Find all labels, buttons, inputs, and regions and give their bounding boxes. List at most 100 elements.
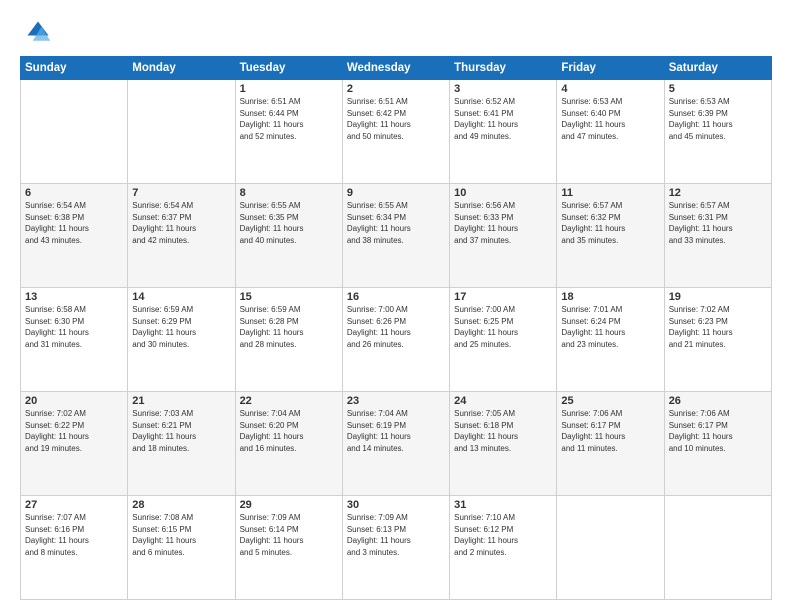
day-number: 21 [132, 395, 230, 407]
day-number: 28 [132, 499, 230, 511]
calendar-cell: 28Sunrise: 7:08 AM Sunset: 6:15 PM Dayli… [128, 496, 235, 600]
day-info: Sunrise: 7:06 AM Sunset: 6:17 PM Dayligh… [669, 408, 767, 454]
calendar-cell: 12Sunrise: 6:57 AM Sunset: 6:31 PM Dayli… [664, 184, 771, 288]
day-info: Sunrise: 6:51 AM Sunset: 6:42 PM Dayligh… [347, 96, 445, 142]
day-info: Sunrise: 6:51 AM Sunset: 6:44 PM Dayligh… [240, 96, 338, 142]
weekday-header: Tuesday [235, 57, 342, 80]
calendar-cell: 27Sunrise: 7:07 AM Sunset: 6:16 PM Dayli… [21, 496, 128, 600]
weekday-header: Thursday [450, 57, 557, 80]
calendar-cell: 13Sunrise: 6:58 AM Sunset: 6:30 PM Dayli… [21, 288, 128, 392]
weekday-header: Monday [128, 57, 235, 80]
calendar-cell: 1Sunrise: 6:51 AM Sunset: 6:44 PM Daylig… [235, 80, 342, 184]
calendar-cell: 5Sunrise: 6:53 AM Sunset: 6:39 PM Daylig… [664, 80, 771, 184]
calendar-cell: 8Sunrise: 6:55 AM Sunset: 6:35 PM Daylig… [235, 184, 342, 288]
calendar-cell: 16Sunrise: 7:00 AM Sunset: 6:26 PM Dayli… [342, 288, 449, 392]
day-info: Sunrise: 7:04 AM Sunset: 6:19 PM Dayligh… [347, 408, 445, 454]
day-info: Sunrise: 7:00 AM Sunset: 6:25 PM Dayligh… [454, 304, 552, 350]
day-number: 16 [347, 291, 445, 303]
calendar-cell: 29Sunrise: 7:09 AM Sunset: 6:14 PM Dayli… [235, 496, 342, 600]
day-info: Sunrise: 7:02 AM Sunset: 6:22 PM Dayligh… [25, 408, 123, 454]
day-number: 3 [454, 83, 552, 95]
day-number: 12 [669, 187, 767, 199]
day-info: Sunrise: 7:04 AM Sunset: 6:20 PM Dayligh… [240, 408, 338, 454]
calendar-week-row: 13Sunrise: 6:58 AM Sunset: 6:30 PM Dayli… [21, 288, 772, 392]
calendar-cell: 26Sunrise: 7:06 AM Sunset: 6:17 PM Dayli… [664, 392, 771, 496]
day-number: 27 [25, 499, 123, 511]
calendar-cell: 22Sunrise: 7:04 AM Sunset: 6:20 PM Dayli… [235, 392, 342, 496]
day-number: 6 [25, 187, 123, 199]
calendar-cell: 19Sunrise: 7:02 AM Sunset: 6:23 PM Dayli… [664, 288, 771, 392]
day-number: 8 [240, 187, 338, 199]
day-number: 7 [132, 187, 230, 199]
weekday-header: Saturday [664, 57, 771, 80]
day-number: 30 [347, 499, 445, 511]
day-info: Sunrise: 6:52 AM Sunset: 6:41 PM Dayligh… [454, 96, 552, 142]
day-info: Sunrise: 6:54 AM Sunset: 6:38 PM Dayligh… [25, 200, 123, 246]
day-number: 24 [454, 395, 552, 407]
day-number: 25 [561, 395, 659, 407]
weekday-header: Wednesday [342, 57, 449, 80]
calendar-cell: 18Sunrise: 7:01 AM Sunset: 6:24 PM Dayli… [557, 288, 664, 392]
day-info: Sunrise: 6:55 AM Sunset: 6:35 PM Dayligh… [240, 200, 338, 246]
day-number: 20 [25, 395, 123, 407]
day-info: Sunrise: 7:09 AM Sunset: 6:14 PM Dayligh… [240, 512, 338, 558]
calendar-cell: 21Sunrise: 7:03 AM Sunset: 6:21 PM Dayli… [128, 392, 235, 496]
day-number: 31 [454, 499, 552, 511]
calendar-cell: 15Sunrise: 6:59 AM Sunset: 6:28 PM Dayli… [235, 288, 342, 392]
calendar-week-row: 20Sunrise: 7:02 AM Sunset: 6:22 PM Dayli… [21, 392, 772, 496]
calendar-cell [557, 496, 664, 600]
calendar-cell: 10Sunrise: 6:56 AM Sunset: 6:33 PM Dayli… [450, 184, 557, 288]
calendar-cell: 6Sunrise: 6:54 AM Sunset: 6:38 PM Daylig… [21, 184, 128, 288]
calendar-header-row: SundayMondayTuesdayWednesdayThursdayFrid… [21, 57, 772, 80]
calendar-week-row: 27Sunrise: 7:07 AM Sunset: 6:16 PM Dayli… [21, 496, 772, 600]
calendar-cell: 14Sunrise: 6:59 AM Sunset: 6:29 PM Dayli… [128, 288, 235, 392]
day-info: Sunrise: 7:07 AM Sunset: 6:16 PM Dayligh… [25, 512, 123, 558]
day-number: 11 [561, 187, 659, 199]
day-number: 4 [561, 83, 659, 95]
day-info: Sunrise: 6:55 AM Sunset: 6:34 PM Dayligh… [347, 200, 445, 246]
calendar-cell: 24Sunrise: 7:05 AM Sunset: 6:18 PM Dayli… [450, 392, 557, 496]
day-number: 26 [669, 395, 767, 407]
day-number: 17 [454, 291, 552, 303]
calendar-week-row: 1Sunrise: 6:51 AM Sunset: 6:44 PM Daylig… [21, 80, 772, 184]
day-info: Sunrise: 6:57 AM Sunset: 6:31 PM Dayligh… [669, 200, 767, 246]
calendar-week-row: 6Sunrise: 6:54 AM Sunset: 6:38 PM Daylig… [21, 184, 772, 288]
day-number: 5 [669, 83, 767, 95]
weekday-header: Sunday [21, 57, 128, 80]
day-number: 14 [132, 291, 230, 303]
day-number: 19 [669, 291, 767, 303]
day-info: Sunrise: 7:06 AM Sunset: 6:17 PM Dayligh… [561, 408, 659, 454]
calendar-cell [128, 80, 235, 184]
calendar-cell [21, 80, 128, 184]
calendar-cell: 9Sunrise: 6:55 AM Sunset: 6:34 PM Daylig… [342, 184, 449, 288]
day-info: Sunrise: 7:01 AM Sunset: 6:24 PM Dayligh… [561, 304, 659, 350]
day-info: Sunrise: 6:59 AM Sunset: 6:29 PM Dayligh… [132, 304, 230, 350]
calendar-cell: 31Sunrise: 7:10 AM Sunset: 6:12 PM Dayli… [450, 496, 557, 600]
day-info: Sunrise: 6:53 AM Sunset: 6:40 PM Dayligh… [561, 96, 659, 142]
day-number: 22 [240, 395, 338, 407]
logo-icon [24, 18, 52, 46]
calendar-cell: 11Sunrise: 6:57 AM Sunset: 6:32 PM Dayli… [557, 184, 664, 288]
day-info: Sunrise: 7:08 AM Sunset: 6:15 PM Dayligh… [132, 512, 230, 558]
weekday-header: Friday [557, 57, 664, 80]
calendar-cell: 23Sunrise: 7:04 AM Sunset: 6:19 PM Dayli… [342, 392, 449, 496]
day-number: 10 [454, 187, 552, 199]
calendar-cell [664, 496, 771, 600]
header [20, 18, 772, 46]
day-info: Sunrise: 6:57 AM Sunset: 6:32 PM Dayligh… [561, 200, 659, 246]
day-info: Sunrise: 6:53 AM Sunset: 6:39 PM Dayligh… [669, 96, 767, 142]
day-number: 2 [347, 83, 445, 95]
calendar-table: SundayMondayTuesdayWednesdayThursdayFrid… [20, 56, 772, 600]
calendar-cell: 7Sunrise: 6:54 AM Sunset: 6:37 PM Daylig… [128, 184, 235, 288]
day-number: 13 [25, 291, 123, 303]
day-number: 15 [240, 291, 338, 303]
page: SundayMondayTuesdayWednesdayThursdayFrid… [0, 0, 792, 612]
day-number: 9 [347, 187, 445, 199]
day-info: Sunrise: 6:58 AM Sunset: 6:30 PM Dayligh… [25, 304, 123, 350]
day-number: 23 [347, 395, 445, 407]
day-info: Sunrise: 7:05 AM Sunset: 6:18 PM Dayligh… [454, 408, 552, 454]
day-info: Sunrise: 7:09 AM Sunset: 6:13 PM Dayligh… [347, 512, 445, 558]
calendar-cell: 17Sunrise: 7:00 AM Sunset: 6:25 PM Dayli… [450, 288, 557, 392]
calendar-cell: 30Sunrise: 7:09 AM Sunset: 6:13 PM Dayli… [342, 496, 449, 600]
calendar-cell: 2Sunrise: 6:51 AM Sunset: 6:42 PM Daylig… [342, 80, 449, 184]
